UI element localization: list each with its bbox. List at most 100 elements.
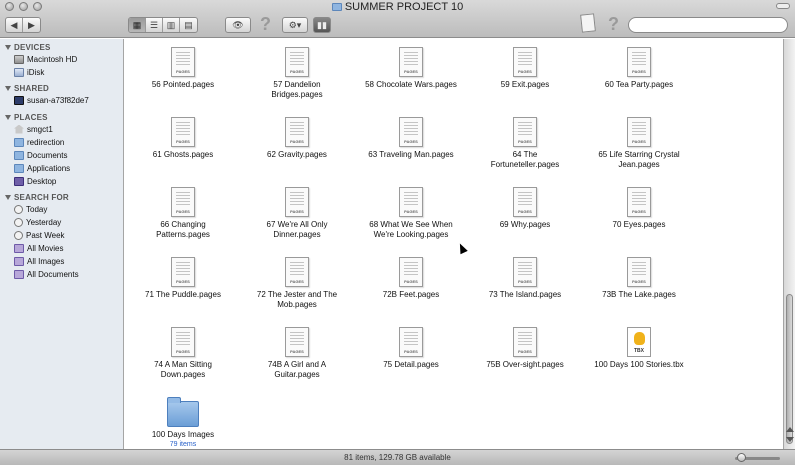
- file-name-label: 59 Exit.pages: [470, 80, 580, 90]
- sidebar-item-desktop[interactable]: Desktop: [14, 175, 56, 187]
- help-icon[interactable]: ?: [260, 14, 271, 35]
- search-input[interactable]: [628, 17, 788, 33]
- sidebar-item-shared-computer[interactable]: susan-a73f82de7: [14, 94, 89, 106]
- window-title: SUMMER PROJECT 10: [0, 1, 795, 13]
- file-item[interactable]: PAGES 67 We're All Only Dinner.pages: [242, 187, 352, 240]
- file-item[interactable]: PAGES 73B The Lake.pages: [584, 257, 694, 300]
- sidebar-item-all-images[interactable]: All Images: [14, 255, 64, 267]
- scrollbar-thumb[interactable]: [786, 294, 793, 444]
- sidebar-section-shared[interactable]: SHARED: [5, 84, 49, 93]
- sidebar-item-idisk[interactable]: iDisk: [14, 66, 44, 78]
- folder-icon: [331, 3, 342, 11]
- pages-document-icon: PAGES: [171, 187, 195, 217]
- file-item[interactable]: PAGES 72B Feet.pages: [356, 257, 466, 300]
- clock-icon: [14, 204, 23, 214]
- file-item[interactable]: PAGES 58 Chocolate Wars.pages: [356, 47, 466, 90]
- file-item[interactable]: PAGES 60 Tea Party.pages: [584, 47, 694, 90]
- scroll-down-arrow-icon[interactable]: [786, 437, 794, 442]
- pages-document-icon: PAGES: [171, 257, 195, 287]
- disclosure-triangle-icon: [5, 86, 11, 91]
- sidebar-section-devices[interactable]: DEVICES: [5, 43, 51, 52]
- vertical-scrollbar[interactable]: [783, 39, 795, 449]
- file-name-line-1: 71 The Puddle.pages: [145, 290, 221, 299]
- file-name-line-2: Fortuneteller.pages: [490, 160, 560, 169]
- file-item[interactable]: PAGES 56 Pointed.pages: [128, 47, 238, 90]
- column-view-button[interactable]: ▥: [163, 18, 180, 32]
- idisk-icon: [14, 67, 24, 77]
- quick-look-button[interactable]: 👁: [225, 17, 251, 33]
- forward-button[interactable]: ▶: [23, 18, 40, 32]
- folder-icon: [14, 137, 24, 147]
- sidebar-item-all-movies[interactable]: All Movies: [14, 242, 63, 254]
- file-name-line-1: 65 Life Starring Crystal: [598, 150, 680, 159]
- sidebar-item-documents[interactable]: Documents: [14, 149, 67, 161]
- file-item[interactable]: PAGES 72 The Jester and The Mob.pages: [242, 257, 352, 310]
- file-item[interactable]: PAGES 63 Traveling Man.pages: [356, 117, 466, 160]
- file-item[interactable]: PAGES 75 Detail.pages: [356, 327, 466, 370]
- file-name-line-2: We're Looking.pages: [373, 230, 449, 239]
- file-name-line-1: 100 Days 100 Stories.tbx: [594, 360, 684, 369]
- pages-document-icon: PAGES: [171, 117, 195, 147]
- scroll-up-arrow-icon[interactable]: [786, 427, 794, 432]
- sidebar-section-search-for[interactable]: SEARCH FOR: [5, 193, 69, 202]
- help-icon-2[interactable]: ?: [608, 14, 619, 35]
- file-item[interactable]: PAGES 74B A Girl and A Guitar.pages: [242, 327, 352, 380]
- sidebar-item-home[interactable]: smgct1: [14, 123, 53, 135]
- back-button[interactable]: ◀: [6, 18, 23, 32]
- icon-tag: PAGES: [290, 349, 304, 354]
- file-item[interactable]: PAGES 62 Gravity.pages: [242, 117, 352, 160]
- documents-folder-icon: [14, 150, 24, 160]
- path-icon[interactable]: [580, 13, 596, 33]
- file-item[interactable]: PAGES 65 Life Starring Crystal Jean.pages: [584, 117, 694, 170]
- smart-folder-icon: [14, 269, 24, 279]
- file-item[interactable]: PAGES 61 Ghosts.pages: [128, 117, 238, 160]
- file-name-line-1: 100 Days Images: [151, 430, 215, 439]
- file-name-line-1: 68 What We See When: [369, 220, 453, 229]
- coverflow-view-button[interactable]: ▤: [180, 18, 197, 32]
- icon-view-button[interactable]: ▦: [129, 18, 146, 32]
- sidebar-item-today[interactable]: Today: [14, 203, 47, 215]
- icon-size-slider-knob[interactable]: [737, 453, 746, 462]
- sidebar-section-places[interactable]: PLACES: [5, 113, 48, 122]
- icon-tag: PAGES: [404, 209, 418, 214]
- file-item[interactable]: PAGES 73 The Island.pages: [470, 257, 580, 300]
- file-item[interactable]: PAGES 71 The Puddle.pages: [128, 257, 238, 300]
- file-item[interactable]: TBX 100 Days 100 Stories.tbx: [584, 327, 694, 370]
- file-item[interactable]: PAGES 70 Eyes.pages: [584, 187, 694, 230]
- file-name-line-2: Mob.pages: [277, 300, 317, 309]
- action-menu-button[interactable]: ⚙▾: [282, 17, 308, 33]
- clock-icon: [14, 230, 23, 240]
- icon-tag: PAGES: [176, 349, 190, 354]
- file-item[interactable]: PAGES 75B Over-sight.pages: [470, 327, 580, 370]
- file-item[interactable]: PAGES 59 Exit.pages: [470, 47, 580, 90]
- sidebar-item-macintosh-hd[interactable]: Macintosh HD: [14, 53, 77, 65]
- burn-button[interactable]: ▮▮: [313, 17, 331, 33]
- file-item[interactable]: PAGES 57 Dandelion Bridges.pages: [242, 47, 352, 100]
- sidebar-item-yesterday[interactable]: Yesterday: [14, 216, 61, 228]
- tbx-document-icon: TBX: [627, 327, 651, 357]
- pages-document-icon: PAGES: [285, 187, 309, 217]
- pages-document-icon: PAGES: [627, 257, 651, 287]
- file-item[interactable]: PAGES 68 What We See When We're Looking.pa…: [356, 187, 466, 240]
- sidebar-item-applications[interactable]: Applications: [14, 162, 70, 174]
- toolbar-toggle-button[interactable]: [776, 3, 790, 9]
- coverflow-view-icon: ▤: [184, 19, 193, 30]
- file-name-label: 100 Days Images: [128, 430, 238, 440]
- file-name-label: 63 Traveling Man.pages: [356, 150, 466, 160]
- sidebar-item-all-documents[interactable]: All Documents: [14, 268, 79, 280]
- file-name-line-2: Dinner.pages: [273, 230, 321, 239]
- file-name-label: 57 Dandelion Bridges.pages: [242, 80, 352, 100]
- file-item[interactable]: PAGES 74 A Man Sitting Down.pages: [128, 327, 238, 380]
- file-icon-grid: PAGES 56 Pointed.pages PAGES 57 Dandelion Br…: [125, 39, 782, 449]
- list-view-button[interactable]: ☰: [146, 18, 163, 32]
- file-item[interactable]: PAGES 69 Why.pages: [470, 187, 580, 230]
- sidebar-item-redirection[interactable]: redirection: [14, 136, 64, 148]
- file-item[interactable]: PAGES 66 Changing Patterns.pages: [128, 187, 238, 240]
- file-item[interactable]: PAGES 64 The Fortuneteller.pages: [470, 117, 580, 170]
- icon-tag: PAGES: [518, 349, 532, 354]
- folder-item[interactable]: 100 Days Images 79 items: [128, 397, 238, 449]
- icon-tag: PAGES: [404, 139, 418, 144]
- file-name-line-2: Down.pages: [160, 370, 206, 379]
- sidebar-item-past-week[interactable]: Past Week: [14, 229, 65, 241]
- icon-tag: PAGES: [632, 209, 646, 214]
